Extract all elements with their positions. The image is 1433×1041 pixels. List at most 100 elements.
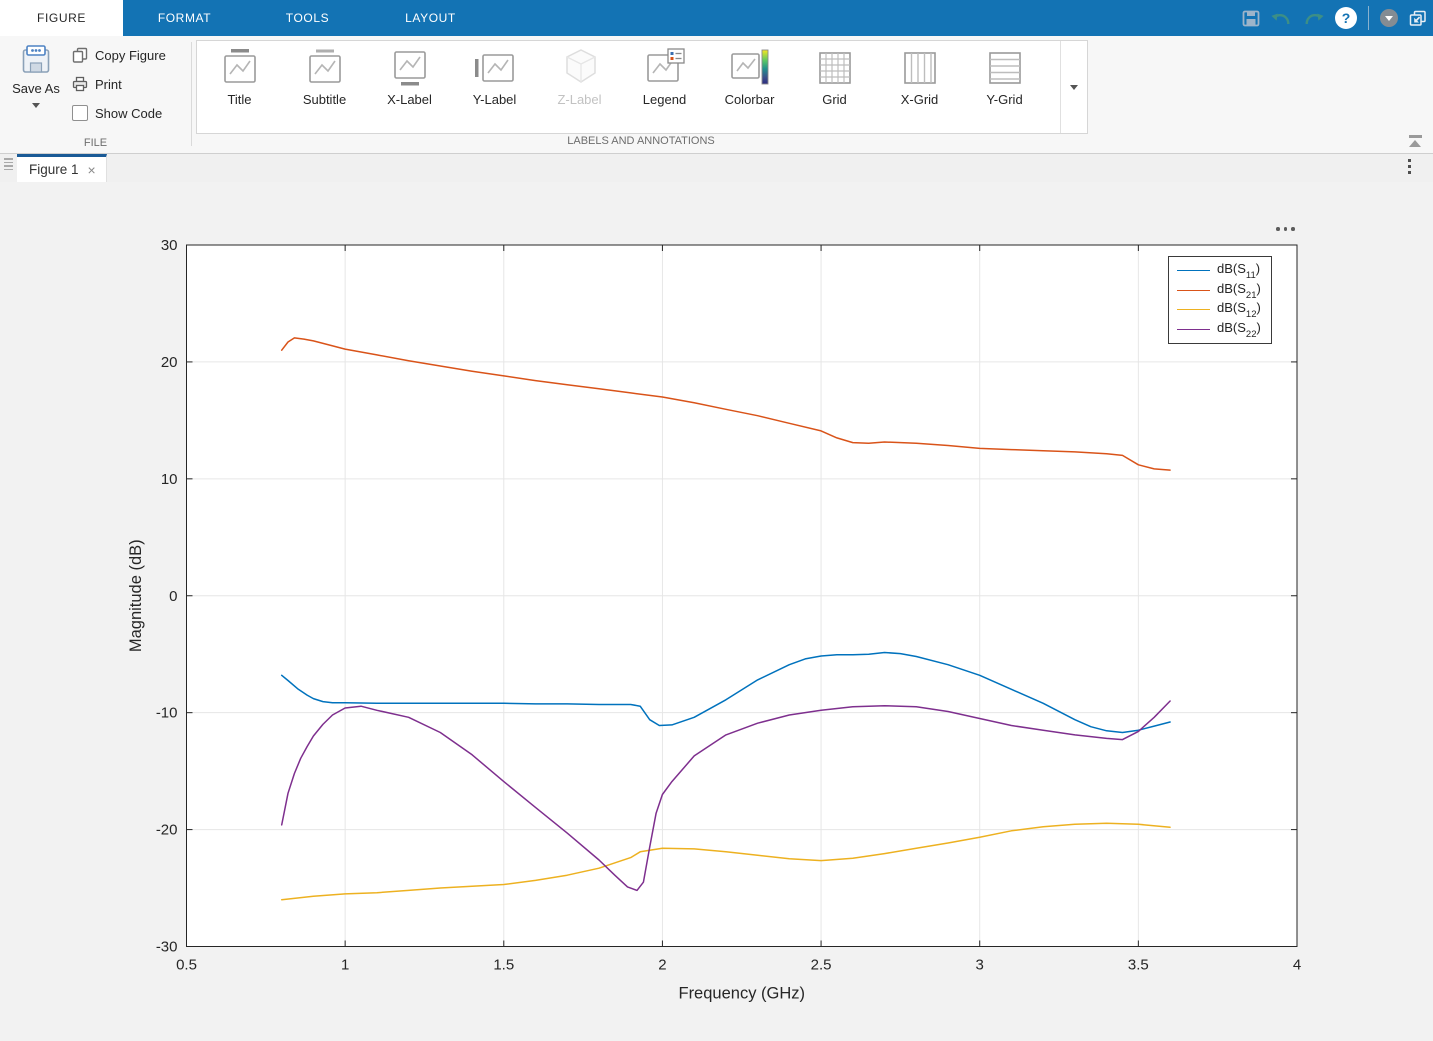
y-label-icon (473, 46, 517, 90)
title-label: Title (227, 92, 251, 107)
legend-entry[interactable]: dB(S22) (1177, 320, 1261, 340)
y-tick-label: 20 (161, 354, 178, 371)
matlab-figure-window: FIGURE FORMAT TOOLS LAYOUT (0, 0, 1433, 1041)
legend-button[interactable]: Legend (622, 41, 707, 133)
save-icon[interactable] (1242, 10, 1260, 27)
legend-label: Legend (643, 92, 686, 107)
x-tick-label: 4 (1293, 957, 1301, 974)
y-grid-button[interactable]: Y-Grid (962, 41, 1047, 133)
undock-icon[interactable] (1409, 10, 1427, 27)
title-icon (218, 46, 262, 90)
gallery-caret-icon (1070, 85, 1078, 90)
x-label-label: X-Label (387, 92, 432, 107)
copy-figure-label: Copy Figure (95, 48, 166, 63)
y-grid-icon (983, 46, 1027, 90)
x-tick-label: 3 (976, 957, 984, 974)
tab-format[interactable]: FORMAT (123, 0, 246, 36)
colorbar-icon (728, 46, 772, 90)
section-divider (191, 42, 192, 146)
y-label-label: Y-Label (473, 92, 517, 107)
x-grid-button[interactable]: X-Grid (877, 41, 962, 133)
file-section-label: FILE (0, 137, 191, 149)
quick-access-bar: ? (1242, 0, 1427, 36)
grid-label: Grid (822, 92, 847, 107)
tab-options-icon[interactable] (1408, 159, 1411, 174)
tab-tools[interactable]: TOOLS (246, 0, 369, 36)
collapse-ribbon-button[interactable] (1406, 135, 1424, 147)
tab-layout[interactable]: LAYOUT (369, 0, 492, 36)
labels-annotations-section-label: LABELS AND ANNOTATIONS (196, 135, 1086, 147)
x-label-button[interactable]: X-Label (367, 41, 452, 133)
x-label-icon (388, 46, 432, 90)
y-tick-label: 0 (169, 588, 177, 605)
x-tick-label: 2 (658, 957, 666, 974)
y-tick-label: -20 (156, 822, 178, 839)
legend-label: dB(S21) (1217, 281, 1261, 300)
x-tick-label: 2.5 (811, 957, 832, 974)
y-tick-label: 30 (161, 237, 178, 254)
legend-entry[interactable]: dB(S21) (1177, 281, 1261, 301)
legend-label: dB(S11) (1217, 261, 1260, 280)
legend-entry[interactable]: dB(S12) (1177, 300, 1261, 320)
legend-swatch (1177, 290, 1210, 291)
subtitle-label: Subtitle (303, 92, 346, 107)
colorbar-label: Colorbar (725, 92, 775, 107)
x-grid-label: X-Grid (901, 92, 939, 107)
legend-swatch (1177, 329, 1210, 330)
x-axis-label: Frequency (GHz) (678, 985, 805, 1003)
axes-toolbar-ellipsis[interactable] (1272, 223, 1299, 235)
legend-label: dB(S22) (1217, 320, 1261, 339)
print-button[interactable]: Print (72, 74, 166, 94)
show-code-checkbox[interactable]: Show Code (72, 103, 166, 123)
show-code-label: Show Code (95, 106, 162, 121)
legend-swatch (1177, 270, 1210, 271)
quickbar-dropdown-icon[interactable] (1380, 9, 1398, 27)
print-icon (72, 76, 88, 92)
grid-button[interactable]: Grid (792, 41, 877, 133)
y-axis-label: Magnitude (dB) (127, 539, 145, 652)
copy-figure-button[interactable]: Copy Figure (72, 45, 166, 65)
x-tick-label: 3.5 (1128, 957, 1149, 974)
checkbox-icon (72, 105, 88, 121)
figure-tab[interactable]: Figure 1 × (17, 154, 107, 182)
grid-icon (813, 46, 857, 90)
copy-icon (72, 47, 88, 63)
gallery-expand-button[interactable] (1060, 41, 1087, 133)
figure-tab-label: Figure 1 (29, 162, 79, 177)
y-tick-label: -10 (156, 705, 178, 722)
print-label: Print (95, 77, 122, 92)
collapse-bar-icon (1409, 135, 1422, 138)
legend-swatch (1177, 309, 1210, 310)
x-tick-label: 0.5 (176, 957, 197, 974)
title-button[interactable]: Title (197, 41, 282, 133)
subtitle-button[interactable]: Subtitle (282, 41, 367, 133)
x-grid-icon (898, 46, 942, 90)
figure-tab-bar: Figure 1 × (0, 154, 1433, 183)
tab-figure[interactable]: FIGURE (0, 0, 123, 36)
colorbar-button[interactable]: Colorbar (707, 41, 792, 133)
z-label-button: Z-Label (537, 41, 622, 133)
save-as-label: Save As (12, 81, 60, 96)
help-icon[interactable]: ? (1335, 7, 1357, 29)
legend-icon (643, 46, 687, 90)
collapse-arrow-icon (1409, 140, 1421, 147)
x-tick-labels: 0.5 1 1.5 2 2.5 3 3.5 4 (176, 957, 1301, 974)
legend-label: dB(S12) (1217, 300, 1261, 319)
subtitle-icon (303, 46, 347, 90)
legend-entry[interactable]: dB(S11) (1177, 261, 1261, 281)
y-tick-label: 10 (161, 471, 178, 488)
z-label-label: Z-Label (557, 92, 601, 107)
y-label-button[interactable]: Y-Label (452, 41, 537, 133)
quickbar-separator (1368, 6, 1369, 30)
redo-icon[interactable] (1303, 10, 1324, 27)
close-icon[interactable]: × (88, 163, 96, 177)
undo-icon[interactable] (1271, 10, 1292, 27)
save-as-button[interactable]: Save As (8, 44, 64, 144)
y-tick-label: -30 (156, 939, 178, 956)
z-label-icon (558, 46, 602, 90)
legend[interactable]: dB(S11)dB(S21)dB(S12)dB(S22) (1168, 256, 1272, 344)
x-tick-label: 1 (341, 957, 349, 974)
x-tick-label: 1.5 (493, 957, 514, 974)
y-grid-label: Y-Grid (986, 92, 1022, 107)
y-tick-labels: -30 -20 -10 0 10 20 30 (156, 237, 178, 956)
